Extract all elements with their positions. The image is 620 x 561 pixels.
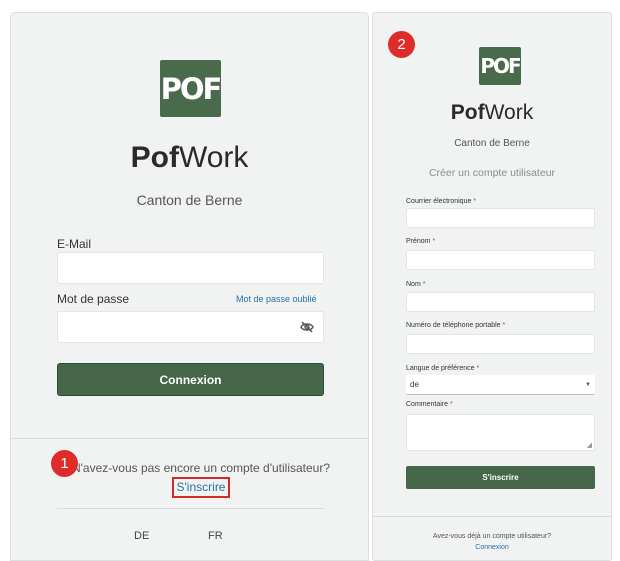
- password-label: Mot de passe: [57, 292, 130, 306]
- label-text: Prénom: [406, 238, 431, 245]
- forgot-password-link[interactable]: Mot de passe oublié: [236, 294, 317, 304]
- have-account-text: Avez-vous déjà un compte utilisateur?: [432, 533, 552, 540]
- signup-button[interactable]: S'inscrire: [406, 466, 595, 489]
- signup-prompt: N'avez-vous pas encore un compte d'utili…: [71, 460, 331, 498]
- brand-name-bold: Pof: [450, 101, 485, 124]
- pofwork-logo: POF: [160, 60, 222, 117]
- firstname-label: Prénom *: [406, 238, 435, 245]
- register-heading: Créer un compte utilisateur: [428, 167, 556, 179]
- required-marker: *: [476, 365, 480, 372]
- required-marker: *: [473, 198, 477, 205]
- login-panel: POF PofWork Canton de Berne E-Mail Mot d…: [10, 12, 369, 561]
- language-fr-link[interactable]: FR: [208, 530, 223, 542]
- language-de-link[interactable]: DE: [134, 530, 149, 542]
- label-text: Numéro de téléphone portable: [406, 322, 501, 329]
- brand-name-rest: Work: [484, 101, 534, 124]
- comment-label: Commentaire *: [406, 401, 453, 408]
- language-label: Langue de préférence *: [406, 365, 479, 372]
- label-text: Nom: [406, 281, 421, 288]
- brand-name-rest: Work: [178, 141, 249, 174]
- email-field[interactable]: [57, 252, 324, 284]
- firstname-field[interactable]: [406, 250, 595, 270]
- required-marker: *: [449, 401, 453, 408]
- login-button[interactable]: Connexion: [57, 363, 324, 396]
- pofwork-logo: POF: [479, 47, 522, 85]
- language-select[interactable]: de ▼: [406, 375, 595, 395]
- signup-link[interactable]: S'inscrire: [171, 477, 231, 498]
- caret-down-icon: ▼: [585, 381, 591, 388]
- required-marker: *: [502, 322, 506, 329]
- section-divider: [11, 438, 368, 439]
- email-label: Courrier électronique *: [406, 198, 476, 205]
- phone-label: Numéro de téléphone portable *: [406, 322, 505, 329]
- canton-label: Canton de Berne: [136, 192, 243, 208]
- phone-field[interactable]: [406, 334, 595, 354]
- step-2-badge: 2: [388, 31, 415, 58]
- canton-label: Canton de Berne: [454, 138, 530, 149]
- lastname-field[interactable]: [406, 292, 595, 312]
- language-divider: [57, 508, 324, 509]
- required-marker: *: [422, 281, 426, 288]
- login-link[interactable]: Connexion: [373, 544, 611, 551]
- section-divider: [373, 516, 611, 517]
- comment-textarea[interactable]: ◢: [406, 414, 595, 451]
- brand-name-bold: Pof: [130, 141, 179, 174]
- label-text: Courrier électronique: [406, 198, 472, 205]
- language-select-value: de: [410, 380, 419, 389]
- register-panel: POF PofWork Canton de Berne Créer un com…: [372, 12, 612, 561]
- label-text: Commentaire: [406, 401, 449, 408]
- email-label: E-Mail: [57, 237, 92, 251]
- label-text: Langue de préférence: [406, 365, 475, 372]
- brand-name: PofWork: [373, 101, 611, 125]
- brand-name: PofWork: [11, 141, 368, 175]
- lastname-label: Nom *: [406, 281, 425, 288]
- required-marker: *: [432, 238, 436, 245]
- no-account-text: N'avez-vous pas encore un compte d'utili…: [71, 461, 331, 475]
- step-1-badge: 1: [51, 450, 78, 477]
- register-email-field[interactable]: [406, 208, 595, 228]
- eye-slash-icon[interactable]: [300, 320, 314, 334]
- resize-handle-icon[interactable]: ◢: [587, 441, 592, 449]
- password-field[interactable]: [57, 311, 324, 343]
